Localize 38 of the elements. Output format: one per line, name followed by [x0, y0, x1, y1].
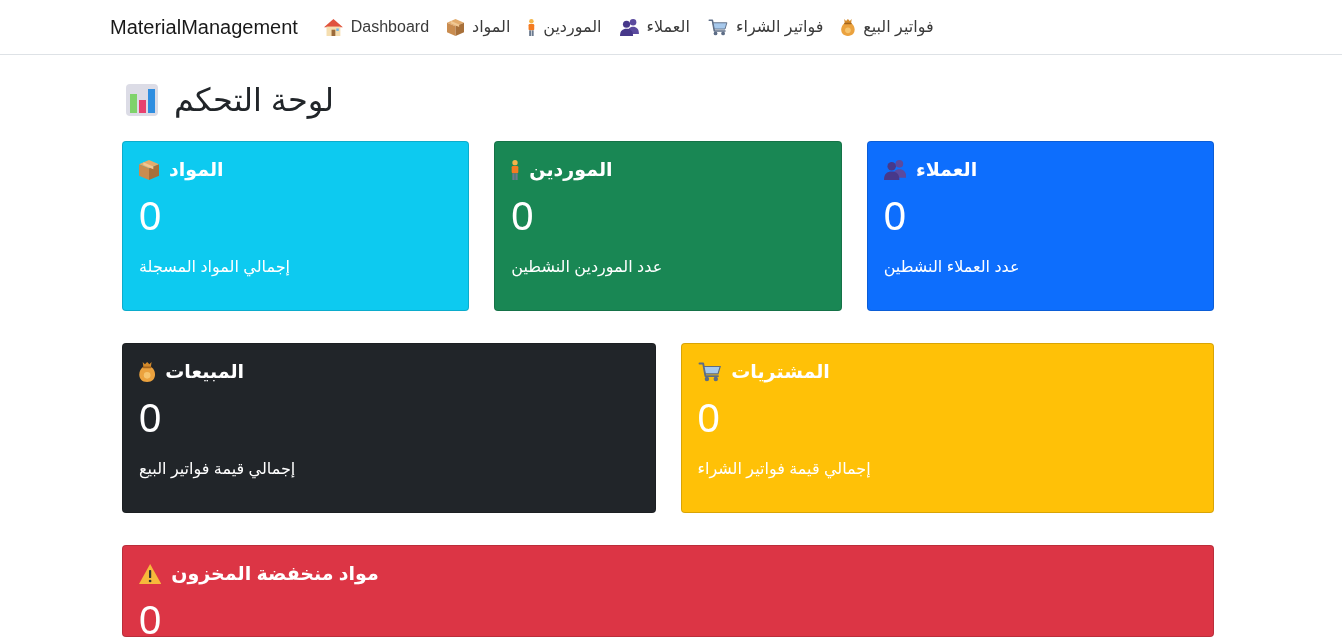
- money-bag-icon: [139, 362, 156, 383]
- card-title: المبيعات: [165, 361, 245, 384]
- card-caption: عدد الموردين النشطين: [511, 257, 663, 279]
- card-title: الموردين: [529, 159, 613, 182]
- stat-value: 0: [139, 398, 162, 435]
- nav-link[interactable]: Dashboard: [314, 15, 439, 39]
- cart-icon: [697, 362, 722, 383]
- nav-link[interactable]: المواد: [438, 15, 520, 39]
- stat-value: 0: [139, 196, 162, 233]
- card-title: مواد منخفضة المخزون: [171, 563, 379, 586]
- card-caption: إجمالي قيمة فواتير الشراء: [697, 459, 871, 481]
- card-title: المشتريات: [731, 361, 830, 384]
- page-title: لوحة التحكم: [174, 81, 335, 120]
- people-icon: [883, 160, 906, 181]
- card-title: المواد: [169, 159, 224, 182]
- nav-link[interactable]: الموردين: [519, 15, 611, 39]
- box-icon: [447, 18, 465, 36]
- stat-value: 0: [883, 196, 906, 233]
- card-caption: عدد العملاء النشطين: [883, 257, 1020, 279]
- brand-link[interactable]: MaterialManagement: [110, 12, 298, 42]
- card-caption: إجمالي قيمة فواتير البيع: [139, 459, 296, 481]
- house-icon: [323, 18, 343, 36]
- card-caption: إجمالي المواد المسجلة: [139, 257, 290, 279]
- stat-value: 0: [697, 398, 720, 435]
- stat-value: 0: [511, 196, 534, 233]
- people-icon: [619, 18, 639, 36]
- person-icon: [528, 18, 536, 36]
- box-icon: [139, 160, 159, 181]
- card-title: العملاء: [915, 159, 978, 182]
- warning-icon: [139, 564, 162, 585]
- nav-link[interactable]: فواتير البيع: [832, 15, 943, 39]
- cart-icon: [707, 18, 728, 36]
- nav-link[interactable]: العملاء: [610, 15, 699, 39]
- person-icon: [511, 160, 520, 181]
- nav-link[interactable]: فواتير الشراء: [698, 15, 833, 39]
- money-bag-icon: [841, 18, 856, 36]
- bar-chart-icon: [126, 84, 158, 117]
- stat-value: 0: [139, 600, 162, 636]
